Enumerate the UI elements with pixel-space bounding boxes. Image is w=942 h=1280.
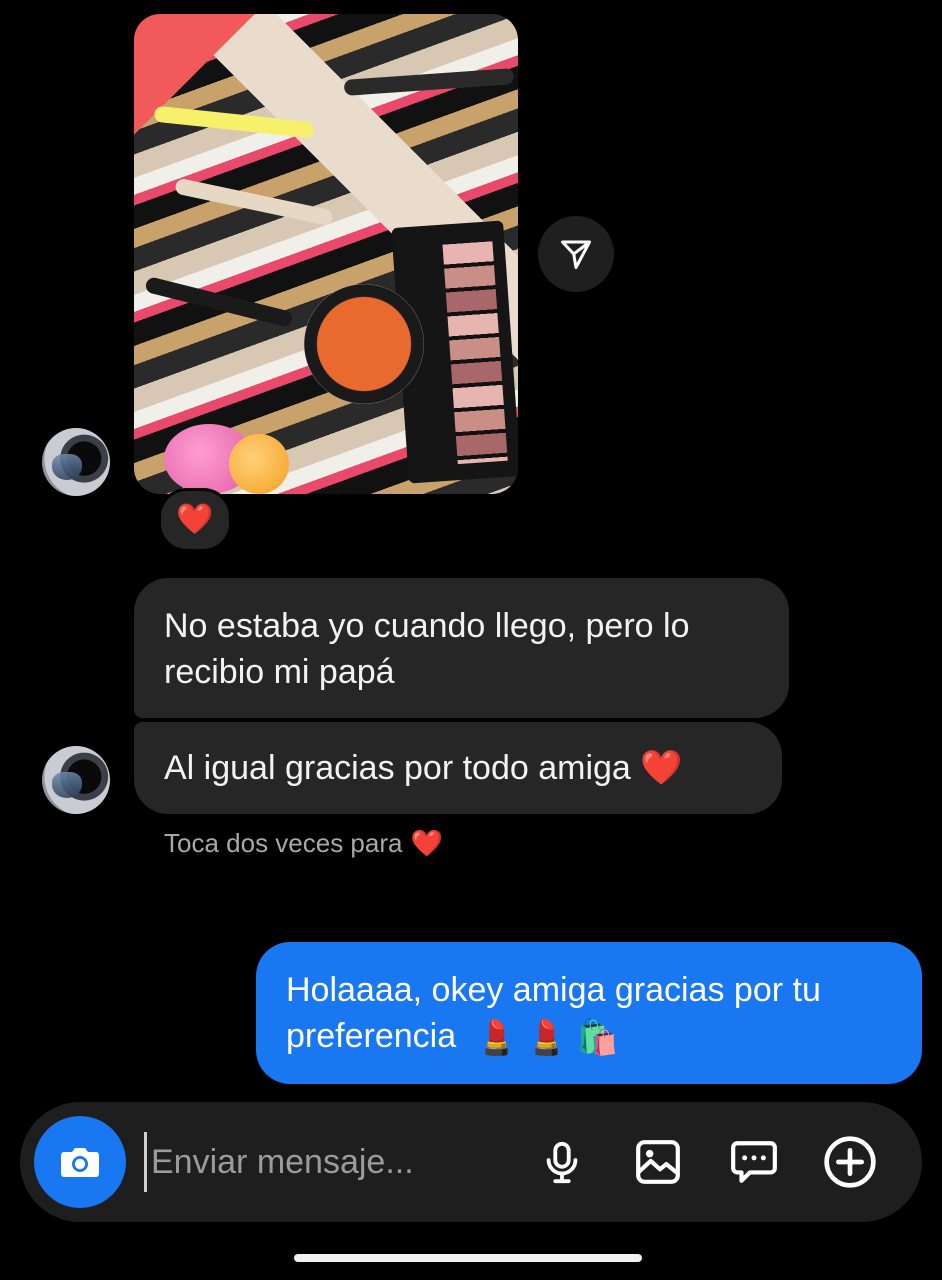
product-tube (174, 177, 334, 227)
camera-icon (61, 1148, 99, 1177)
received-message[interactable]: No estaba yo cuando llego, pero lo recib… (134, 578, 789, 718)
gallery-button[interactable] (628, 1132, 688, 1192)
send-icon (561, 240, 591, 269)
microphone-button[interactable] (532, 1132, 592, 1192)
sent-message[interactable]: Holaaaa, okey amiga gracias por tu prefe… (256, 942, 922, 1084)
message-text: Al igual gracias por todo amiga ❤️ (164, 749, 683, 787)
message-input[interactable] (144, 1132, 504, 1192)
contact-avatar[interactable] (42, 428, 110, 496)
share-button[interactable] (538, 216, 614, 292)
product-tube (153, 105, 315, 139)
sticker-button[interactable] (724, 1132, 784, 1192)
lipstick-emoji: 💄 (475, 1019, 518, 1058)
hint-label: Toca dos veces para (164, 828, 403, 858)
message-composer (20, 1102, 922, 1222)
more-button[interactable] (820, 1132, 880, 1192)
shopping-bags-emoji: 🛍️ (576, 1019, 619, 1058)
plus-icon (824, 1136, 876, 1188)
product-tube (343, 68, 515, 96)
sticker-icon (731, 1141, 777, 1183)
lipstick-emoji: 💄 (525, 1019, 569, 1058)
message-text: No estaba yo cuando llego, pero lo recib… (164, 607, 690, 691)
microphone-icon (546, 1141, 578, 1184)
message-emojis: 💄 💄 🛍️ (476, 1015, 619, 1061)
orange-sponge (229, 434, 289, 494)
received-message[interactable]: Al igual gracias por todo amiga ❤️ (134, 722, 782, 814)
heart-emoji: ❤️ (410, 828, 443, 858)
camera-button[interactable] (34, 1116, 126, 1208)
gallery-icon (636, 1140, 680, 1184)
product-tube (144, 276, 294, 328)
shared-photo[interactable] (134, 14, 518, 494)
home-indicator[interactable] (294, 1254, 642, 1262)
double-tap-hint: Toca dos veces para ❤️ (164, 828, 443, 859)
powder-compact (304, 284, 424, 404)
contact-avatar[interactable] (42, 746, 110, 814)
photo-reaction[interactable]: ❤️ (158, 488, 232, 552)
heart-reaction-emoji: ❤️ (176, 503, 214, 536)
